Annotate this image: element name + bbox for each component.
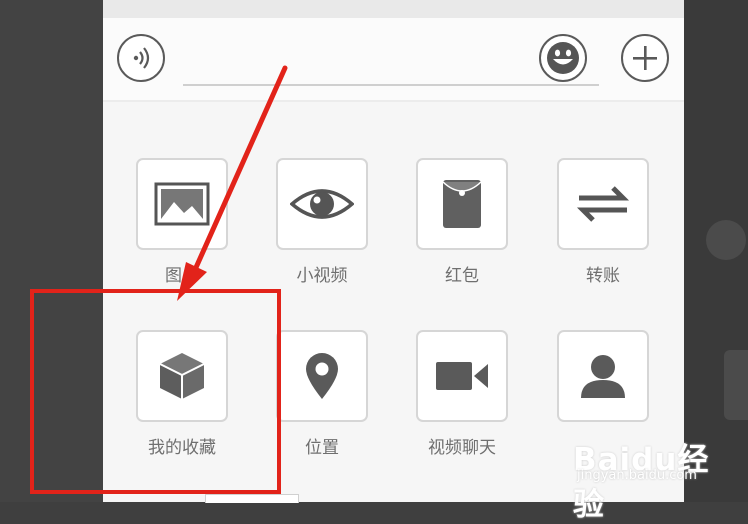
video-camera-icon <box>436 362 488 390</box>
watermark-url: jingyan.baidu.com <box>577 468 697 483</box>
baidu-watermark: Baidu经验 jingyan.baidu.com <box>470 420 710 523</box>
eye-icon <box>290 189 354 219</box>
video-chat-tile[interactable] <box>416 330 508 422</box>
short-video-label: 小视频 <box>296 266 348 286</box>
contact-card-tile[interactable] <box>557 330 649 422</box>
red-packet-tile[interactable] <box>416 158 508 250</box>
image-label: 图片 <box>165 266 199 286</box>
emoji-button[interactable] <box>539 34 587 82</box>
message-area-edge <box>103 0 684 18</box>
red-packet-label: 红包 <box>445 266 479 286</box>
background-emoji-icon <box>706 220 746 260</box>
background-card <box>724 350 748 420</box>
image-tile[interactable] <box>136 158 228 250</box>
transfer-icon <box>576 186 630 222</box>
red-packet-icon <box>442 180 482 228</box>
image-icon <box>154 182 210 226</box>
location-tile[interactable] <box>276 330 368 422</box>
emoji-icon <box>547 42 579 74</box>
transfer-tile[interactable] <box>557 158 649 250</box>
more-button[interactable] <box>621 34 669 82</box>
location-pin-icon <box>306 353 338 399</box>
voice-button[interactable] <box>117 34 165 82</box>
short-video-tile[interactable] <box>276 158 368 250</box>
plus-icon <box>633 46 657 70</box>
input-bar <box>103 18 684 102</box>
message-input[interactable] <box>183 84 599 86</box>
voice-icon <box>133 47 150 69</box>
transfer-label: 转账 <box>586 266 620 286</box>
annotation-highlight-box <box>30 289 281 494</box>
person-icon <box>581 355 625 398</box>
